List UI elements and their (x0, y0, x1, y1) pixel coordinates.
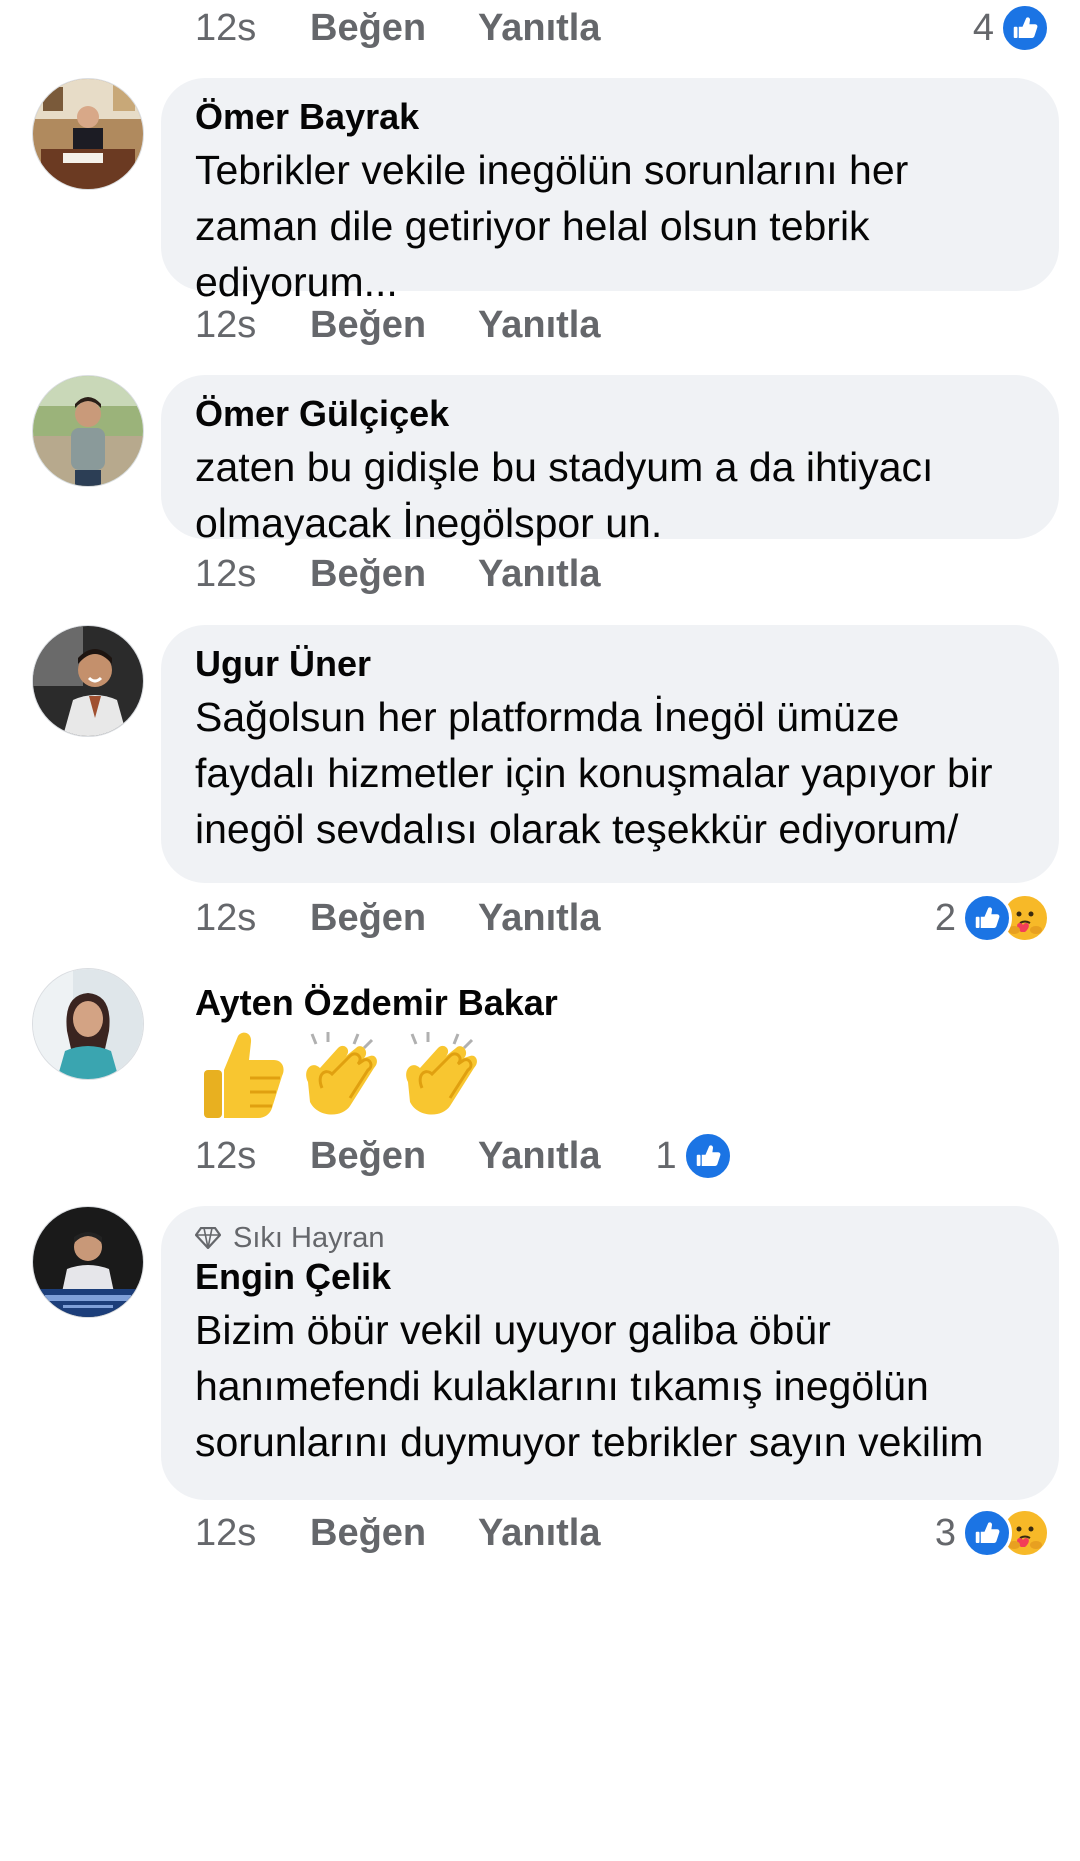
comment-author[interactable]: Ömer Bayrak (195, 96, 1025, 138)
comment-actions: 12s Beğen Yanıtla (195, 544, 1050, 604)
reply-button[interactable]: Yanıtla (478, 1135, 601, 1178)
like-reaction-icon (1000, 3, 1050, 53)
man-outdoor-avatar-icon (33, 376, 143, 486)
comment-time: 12s (195, 303, 257, 346)
woman-avatar-icon (33, 969, 143, 1079)
reaction-count: 4 (972, 6, 994, 49)
reaction-count: 3 (934, 1511, 956, 1554)
avatar[interactable] (32, 1206, 144, 1318)
reply-button[interactable]: Yanıtla (478, 553, 601, 596)
like-reaction-icon (962, 1508, 1012, 1558)
badge-label: Sıkı Hayran (233, 1222, 385, 1254)
clapping-hands-emoji-icon (406, 1032, 477, 1115)
like-reaction-icon (962, 893, 1012, 943)
comment-bubble[interactable]: Sıkı Hayran Engin Çelik Bizim öbür vekil… (161, 1206, 1059, 1500)
comment-text: zaten bu gidişle bu stadyum a da ihtiyac… (195, 444, 934, 546)
like-button[interactable]: Beğen (310, 1512, 478, 1555)
top-fan-badge: Sıkı Hayran (195, 1220, 1025, 1256)
reply-button[interactable]: Yanıtla (478, 7, 601, 50)
reaction-count: 1 (655, 1134, 677, 1177)
comment-bubble[interactable]: Ugur Üner Sağolsun her platformda İnegöl… (161, 625, 1059, 883)
like-button[interactable]: Beğen (310, 1135, 478, 1178)
like-button[interactable]: Beğen (310, 553, 478, 596)
comment-actions: 12s Beğen Yanıtla (195, 295, 1050, 355)
reactions-summary[interactable]: 2 (935, 888, 1050, 948)
comment-actions: 12s Beğen Yanıtla 1 (195, 1126, 1050, 1186)
comment-time: 12s (195, 6, 257, 49)
comment-actions: 12s Beğen Yanıtla 3 (195, 1503, 1050, 1563)
comment-text: Bizim öbür vekil uyuyor galiba öbür hanı… (195, 1307, 984, 1465)
diamond-icon (195, 1227, 221, 1249)
avatar[interactable] (32, 625, 144, 737)
comment-time: 12s (195, 896, 257, 939)
comment-author[interactable]: Ömer Gülçiçek (195, 393, 1025, 435)
reply-button[interactable]: Yanıtla (478, 897, 601, 940)
comment-author[interactable]: Engin Çelik (195, 1256, 1025, 1298)
comment-time: 12s (195, 552, 257, 595)
comment-author[interactable]: Ayten Özdemir Bakar (195, 982, 558, 1024)
man-stayhome-avatar-icon (33, 1207, 143, 1317)
emoji-content (200, 1030, 486, 1120)
avatar[interactable] (32, 78, 144, 190)
avatar[interactable] (32, 968, 144, 1080)
comment-bubble[interactable]: Ömer Bayrak Tebrikler vekile inegölün so… (161, 78, 1059, 305)
avatar[interactable] (32, 375, 144, 487)
thumbs-up-emoji-icon (204, 1032, 284, 1118)
like-button[interactable]: Beğen (310, 897, 478, 940)
comment-text: Tebrikler vekile inegölün sorunlarını he… (195, 147, 909, 305)
comment-text: Sağolsun her platformda İnegöl ümüze fay… (195, 694, 993, 852)
comment-time: 12s (195, 1511, 257, 1554)
reactions-summary[interactable]: 4 (973, 0, 1050, 58)
smiling-man-avatar-icon (33, 626, 143, 736)
like-button[interactable]: Beğen (310, 304, 478, 347)
reply-button[interactable]: Yanıtla (478, 1512, 601, 1555)
office-person-avatar-icon (33, 79, 143, 189)
clapping-hands-emoji-icon (306, 1032, 377, 1115)
reactions-summary[interactable]: 1 (656, 1126, 733, 1186)
like-button[interactable]: Beğen (310, 7, 478, 50)
reaction-count: 2 (934, 896, 956, 939)
comment-bubble[interactable]: Ömer Gülçiçek zaten bu gidişle bu stadyu… (161, 375, 1059, 546)
reactions-summary[interactable]: 3 (935, 1503, 1050, 1563)
comment-actions: 12s Beğen Yanıtla 2 (195, 888, 1050, 948)
comment-time: 12s (195, 1134, 257, 1177)
like-reaction-icon (682, 1131, 733, 1181)
comment-actions: 12s Beğen Yanıtla 4 (195, 0, 1050, 58)
comment-author[interactable]: Ugur Üner (195, 643, 1025, 685)
reply-button[interactable]: Yanıtla (478, 304, 601, 347)
